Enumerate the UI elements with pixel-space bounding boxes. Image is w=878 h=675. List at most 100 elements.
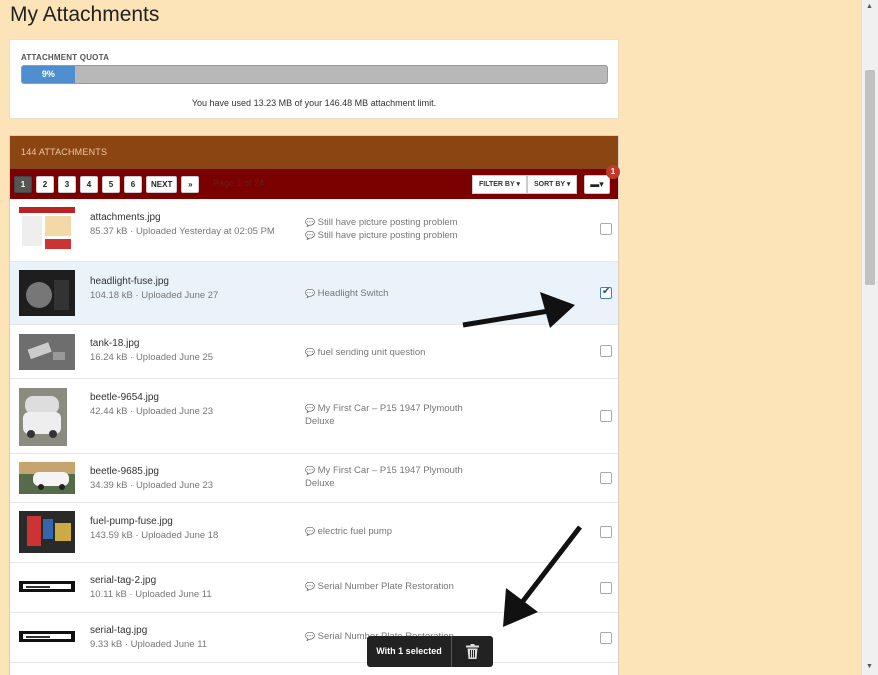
thread-link[interactable]: 💬 electric fuel pump — [305, 525, 475, 538]
scroll-down-icon[interactable]: ▼ — [866, 663, 873, 670]
pagination: 1 2 3 4 5 6 NEXT» — [14, 176, 200, 193]
attachment-row[interactable]: headlight-fuse.jpg 104.18 kB · Uploaded J… — [10, 262, 618, 325]
page-button-6[interactable]: 6 — [124, 176, 142, 193]
page-button-5[interactable]: 5 — [102, 176, 120, 193]
select-checkbox[interactable] — [600, 526, 612, 538]
delete-selected-button[interactable] — [451, 636, 493, 667]
quota-progress-fill: 9% — [22, 66, 75, 83]
attachment-meta: 9.33 kB · Uploaded June 11 — [90, 639, 208, 650]
select-checkbox[interactable] — [600, 472, 612, 484]
select-checkbox[interactable] — [600, 582, 612, 594]
attachment-row[interactable]: fuel-pump-fuse.jpg 143.59 kB · Uploaded J… — [10, 503, 618, 563]
chat-bubble-icon: 💬 — [305, 466, 315, 475]
chat-bubble-icon: 💬 — [305, 527, 315, 536]
attachment-meta: 143.59 kB · Uploaded June 18 — [90, 530, 219, 541]
chat-bubble-icon: 💬 — [305, 582, 315, 591]
attachment-meta: 34.39 kB · Uploaded June 23 — [90, 480, 214, 491]
attachment-meta: 10.11 kB · Uploaded June 11 — [90, 589, 212, 600]
attachment-thumbnail[interactable] — [19, 270, 75, 316]
thread-link[interactable]: 💬 Headlight Switch — [305, 287, 475, 300]
attachment-filename[interactable]: beetle-9685.jpg — [90, 466, 159, 477]
thread-title: electric fuel pump — [317, 526, 393, 537]
thread-link[interactable]: 💬 My First Car – P15 1947 Plymouth Delux… — [305, 464, 475, 490]
thread-title: Still have picture posting problem — [317, 217, 458, 228]
select-checkbox[interactable] — [600, 410, 612, 422]
thread-title: Still have picture posting problem — [317, 230, 458, 241]
attachments-count-header: 144 ATTACHMENTS — [10, 136, 618, 169]
select-checkbox[interactable] — [600, 345, 612, 357]
selection-count-label: With 1 selected — [376, 646, 442, 656]
attachment-threads: 💬 Headlight Switch — [305, 287, 475, 300]
chat-bubble-icon: 💬 — [305, 289, 315, 298]
select-checkbox[interactable] — [600, 223, 612, 235]
page-indicator: Page 1 of 24 — [213, 178, 265, 188]
attachment-thumbnail[interactable] — [19, 578, 75, 595]
chat-bubble-icon: 💬 — [305, 632, 315, 641]
list-view-icon: ▬▾ — [590, 179, 604, 189]
page-scrollbar[interactable]: ▲ ▼ — [861, 0, 878, 675]
attachment-thumbnail[interactable] — [19, 462, 75, 494]
scroll-up-icon[interactable]: ▲ — [866, 3, 873, 10]
attachment-threads: 💬 My First Car – P15 1947 Plymouth Delux… — [305, 464, 475, 490]
quota-label: ATTACHMENT QUOTA — [21, 53, 110, 62]
page-button-1[interactable]: 1 — [14, 176, 32, 193]
thread-link[interactable]: 💬 My First Car – P15 1947 Plymouth Delux… — [305, 402, 475, 428]
attachment-thumbnail[interactable] — [19, 628, 75, 645]
chat-bubble-icon: 💬 — [305, 231, 315, 240]
filter-by-button[interactable]: FILTER BY ▾ — [472, 175, 527, 194]
select-checkbox[interactable] — [600, 286, 612, 299]
thread-link[interactable]: 💬 fuel sending unit question — [305, 346, 475, 359]
attachment-thumbnail[interactable] — [19, 207, 75, 253]
attachment-threads: 💬 Serial Number Plate Restoration — [305, 580, 475, 593]
attachment-row[interactable]: serial-tag-2.jpg 10.11 kB · Uploaded June… — [10, 563, 618, 613]
sort-by-button[interactable]: SORT BY ▾ — [526, 175, 578, 194]
attachment-thumbnail[interactable] — [19, 388, 67, 446]
attachment-meta: 16.24 kB · Uploaded June 25 — [90, 352, 214, 363]
last-page-button[interactable]: » — [181, 176, 200, 193]
page-button-2[interactable]: 2 — [36, 176, 54, 193]
attachment-filename[interactable]: fuel-pump-fuse.jpg — [90, 516, 173, 527]
attachment-thumbnail[interactable] — [19, 511, 75, 553]
page-title: My Attachments — [10, 3, 160, 26]
thread-title: fuel sending unit question — [317, 347, 426, 358]
attachment-meta: 85.37 kB · Uploaded Yesterday at 02:05 P… — [90, 226, 275, 237]
attachment-filename[interactable]: beetle-9654.jpg — [90, 392, 159, 403]
attachment-threads: 💬 Still have picture posting problem 💬 St… — [305, 216, 475, 242]
thread-link[interactable]: 💬 Still have picture posting problem — [305, 216, 475, 229]
quota-usage-text: You have used 13.23 MB of your 146.48 MB… — [191, 98, 437, 108]
attachment-row[interactable]: beetle-9685.jpg 34.39 kB · Uploaded June … — [10, 454, 618, 503]
attachment-meta: 104.18 kB · Uploaded June 27 — [90, 290, 219, 301]
attachment-row[interactable]: beetle-9654.jpg 42.44 kB · Uploaded June … — [10, 379, 618, 454]
attachment-filename[interactable]: serial-tag-2.jpg — [90, 575, 156, 586]
attachment-filename[interactable]: tank-18.jpg — [90, 338, 139, 349]
select-checkbox[interactable] — [600, 632, 612, 644]
attachment-thumbnail[interactable] — [19, 334, 75, 370]
thread-link[interactable]: 💬 Serial Number Plate Restoration — [305, 580, 475, 593]
thread-title: My First Car – P15 1947 Plymouth Deluxe — [305, 465, 463, 489]
page-button-4[interactable]: 4 — [80, 176, 98, 193]
trash-icon — [466, 644, 479, 660]
attachment-row[interactable]: serial-tag.jpg 9.33 kB · Uploaded June 11… — [10, 613, 618, 663]
attachment-meta: 42.44 kB · Uploaded June 23 — [90, 406, 214, 417]
attachments-list: attachments.jpg 85.37 kB · Uploaded Yeste… — [10, 199, 618, 663]
scroll-thumb[interactable] — [865, 70, 875, 285]
quota-card: ATTACHMENT QUOTA 9% You have used 13.23 … — [9, 39, 619, 119]
thread-title: Serial Number Plate Restoration — [317, 581, 454, 592]
attachment-row[interactable]: attachments.jpg 85.37 kB · Uploaded Yeste… — [10, 199, 618, 262]
attachment-filename[interactable]: headlight-fuse.jpg — [90, 276, 169, 287]
thread-title: Headlight Switch — [317, 288, 389, 299]
chat-bubble-icon: 💬 — [305, 348, 315, 357]
attachment-threads: 💬 My First Car – P15 1947 Plymouth Delux… — [305, 402, 475, 428]
view-mode-button[interactable]: ▬▾ — [584, 175, 610, 194]
attachment-threads: 💬 fuel sending unit question — [305, 346, 475, 359]
selection-action-bar: With 1 selected — [367, 636, 493, 667]
page-button-3[interactable]: 3 — [58, 176, 76, 193]
next-page-button[interactable]: NEXT — [146, 176, 178, 193]
notification-badge: 1 — [606, 165, 620, 179]
thread-link[interactable]: 💬 Still have picture posting problem — [305, 229, 475, 242]
thread-title: My First Car – P15 1947 Plymouth Deluxe — [305, 403, 463, 427]
attachment-threads: 💬 electric fuel pump — [305, 525, 475, 538]
attachment-filename[interactable]: serial-tag.jpg — [90, 625, 147, 636]
attachment-filename[interactable]: attachments.jpg — [90, 212, 161, 223]
attachment-row[interactable]: tank-18.jpg 16.24 kB · Uploaded June 25 💬 … — [10, 325, 618, 379]
